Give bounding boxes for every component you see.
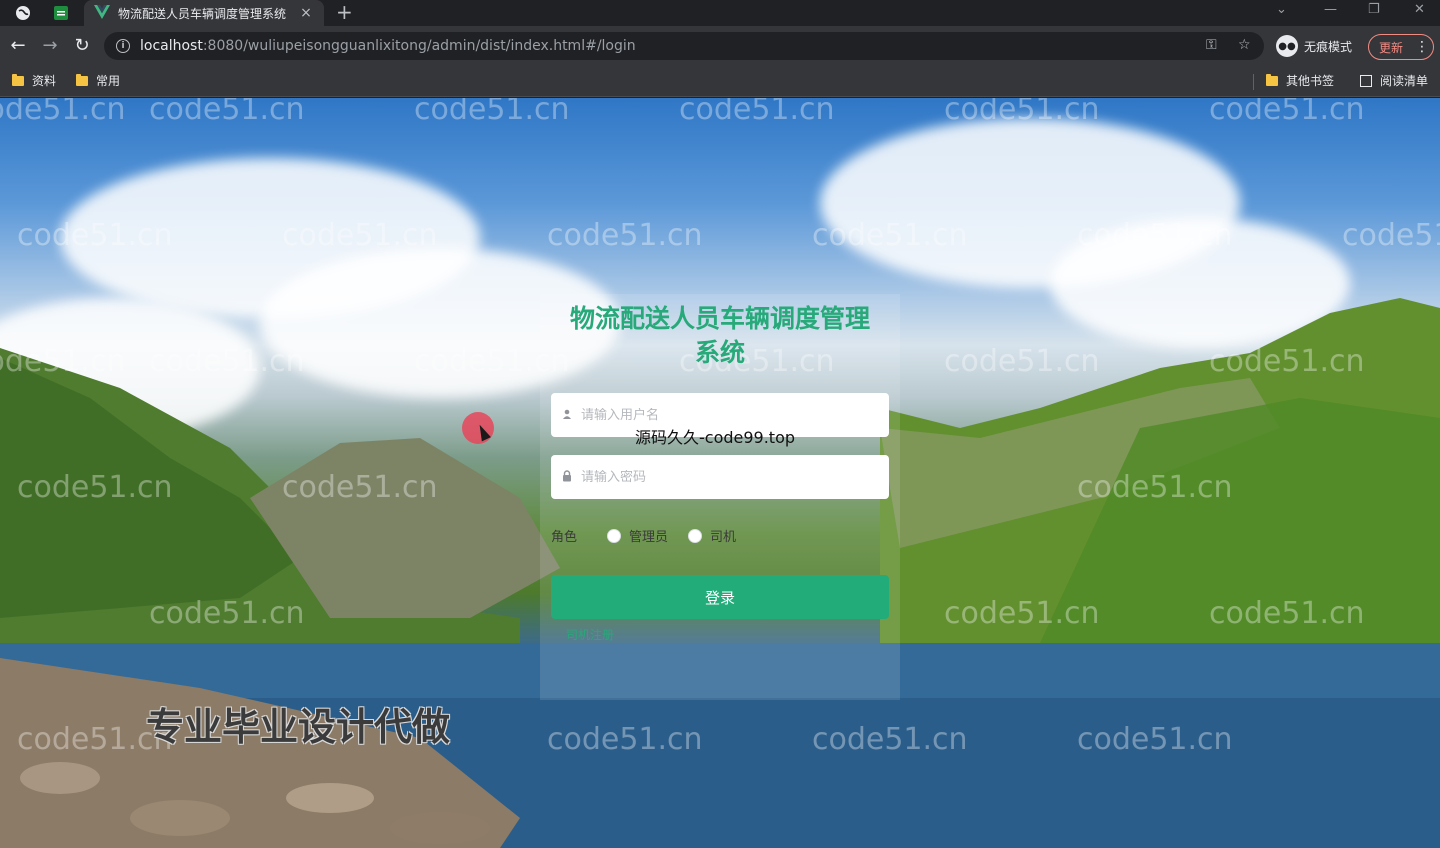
minimize-icon[interactable]: — [1324,2,1337,17]
close-icon[interactable]: × [298,5,314,21]
reading-list-label: 阅读清单 [1380,74,1429,88]
password-field[interactable] [551,455,889,499]
reload-icon[interactable]: ↻ [72,36,92,56]
register-link[interactable]: 司机注册 [566,626,614,643]
update-label: 更新 [1379,40,1404,55]
role-selector: 角色 管理员 司机 [551,526,756,545]
window-close-icon[interactable]: ✕ [1414,2,1425,17]
forward-icon[interactable]: → [40,36,60,56]
overlay-watermark-text: 源码久久-code99.top [635,428,796,447]
lock-icon [561,469,573,485]
promo-watermark-text: 专业毕业设计代做 [146,705,451,749]
active-tab[interactable]: 物流配送人员车辆调度管理系统 × [84,0,324,26]
star-icon[interactable]: ☆ [1238,37,1251,53]
tab-bar: 物流配送人员车辆调度管理系统 × + ⌄ — ❐ ✕ [0,0,1440,26]
bookmarks-divider [1253,74,1254,90]
tab-favicon-icon[interactable] [52,4,70,22]
bookmark-folder-0[interactable]: 资料 [12,72,56,89]
folder-icon [12,73,24,86]
other-bookmarks-label: 其他书签 [1286,74,1335,88]
reading-list-icon [1360,74,1372,87]
new-tab-button[interactable]: + [336,1,353,23]
role-option-label: 司机 [710,530,737,545]
url-text[interactable]: localhost:8080/wuliupeisongguanlixitong/… [140,38,636,54]
folder-icon [76,73,88,86]
role-option-label: 管理员 [629,530,669,545]
role-option-driver[interactable]: 司机 [688,526,736,545]
url-path: :8080/wuliupeisongguanlixitong/admin/dis… [202,38,636,54]
address-bar[interactable]: i localhost:8080/wuliupeisongguanlixiton… [104,32,1264,60]
tab-title: 物流配送人员车辆调度管理系统 [118,6,287,21]
user-icon [561,409,573,422]
login-title: 物流配送人员车辆调度管理系统 [569,304,870,367]
password-input[interactable] [581,469,881,485]
incognito-label: 无痕模式 [1304,39,1353,54]
radio-button[interactable] [607,528,621,543]
url-host: localhost [140,38,203,54]
bookmark-folder-1[interactable]: 常用 [76,72,120,89]
folder-icon [1266,73,1278,86]
info-icon[interactable]: i [116,39,130,53]
bookmark-label: 常用 [96,74,121,88]
key-icon[interactable]: ⚿ [1206,37,1217,53]
radio-button[interactable] [688,528,703,543]
role-label: 角色 [551,530,578,545]
browser-toolbar: ← → ↻ i localhost:8080/wuliupeisongguanl… [0,26,1440,66]
chevron-down-icon[interactable]: ⌄ [1276,2,1287,17]
bookmarks-bar: 资料 常用 其他书签 阅读清单 [0,66,1440,97]
menu-dots-icon[interactable]: ⋮ [1415,39,1429,55]
bookmark-label: 资料 [32,74,57,88]
login-page: code51.cn code51.cn code51.cn code51.cn … [0,98,1440,848]
incognito-icon: ●● [1276,35,1298,57]
globe-icon[interactable] [14,4,32,22]
role-option-admin[interactable]: 管理员 [607,526,668,545]
restore-icon[interactable]: ❐ [1368,2,1380,17]
update-button[interactable]: 更新 ⋮ [1368,34,1434,60]
username-input[interactable] [581,407,881,423]
incognito-indicator[interactable]: ●● 无痕模式 [1276,35,1352,57]
back-icon[interactable]: ← [8,36,28,56]
vue-logo-icon [94,4,110,23]
other-bookmarks[interactable]: 其他书签 [1266,72,1334,89]
reading-list[interactable]: 阅读清单 [1360,72,1428,89]
login-button[interactable]: 登录 [551,575,889,619]
